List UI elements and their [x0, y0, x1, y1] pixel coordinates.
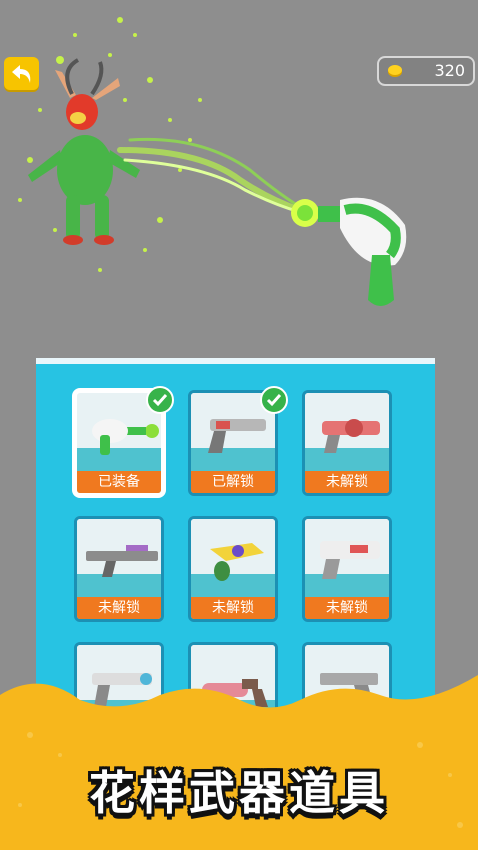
check-icon: [146, 386, 174, 414]
coin-counter: 320: [377, 56, 475, 86]
weapon-status-label: 未解锁: [77, 597, 161, 619]
game-scene: [0, 0, 478, 360]
banner-title: 花样武器道具: [89, 766, 389, 820]
weapon-card-5[interactable]: 未解锁: [188, 516, 278, 622]
back-button[interactable]: [4, 57, 39, 90]
yellow-alien-gun-icon: [210, 543, 264, 581]
coin-amount: 320: [434, 61, 465, 80]
ray-beam: [117, 137, 304, 214]
white-laser-pistol-icon: [320, 541, 380, 579]
pink-blaster-icon: [322, 419, 380, 453]
weapon-card-6[interactable]: 未解锁: [302, 516, 392, 622]
silver-pistol-icon: [208, 419, 266, 453]
weapon-status-label: 未解锁: [191, 597, 275, 619]
coin-icon: [388, 65, 402, 77]
game-scene-art: [18, 17, 407, 306]
green-ray-gun-icon: [92, 419, 159, 455]
weapon-status-label: 未解锁: [305, 471, 389, 493]
weapon-status-label: 未解锁: [305, 597, 389, 619]
assault-rifle-icon: [86, 545, 158, 577]
weapon-card-3[interactable]: 未解锁: [302, 390, 392, 496]
weapon-status-label: 已解锁: [191, 471, 275, 493]
weapon-card-4[interactable]: 未解锁: [74, 516, 164, 622]
sparkle-particles: [18, 17, 202, 272]
check-icon: [260, 386, 288, 414]
back-arrow-icon: [11, 64, 30, 83]
weapon-status-label: 已装备: [77, 471, 161, 493]
ray-gun: [291, 197, 407, 306]
